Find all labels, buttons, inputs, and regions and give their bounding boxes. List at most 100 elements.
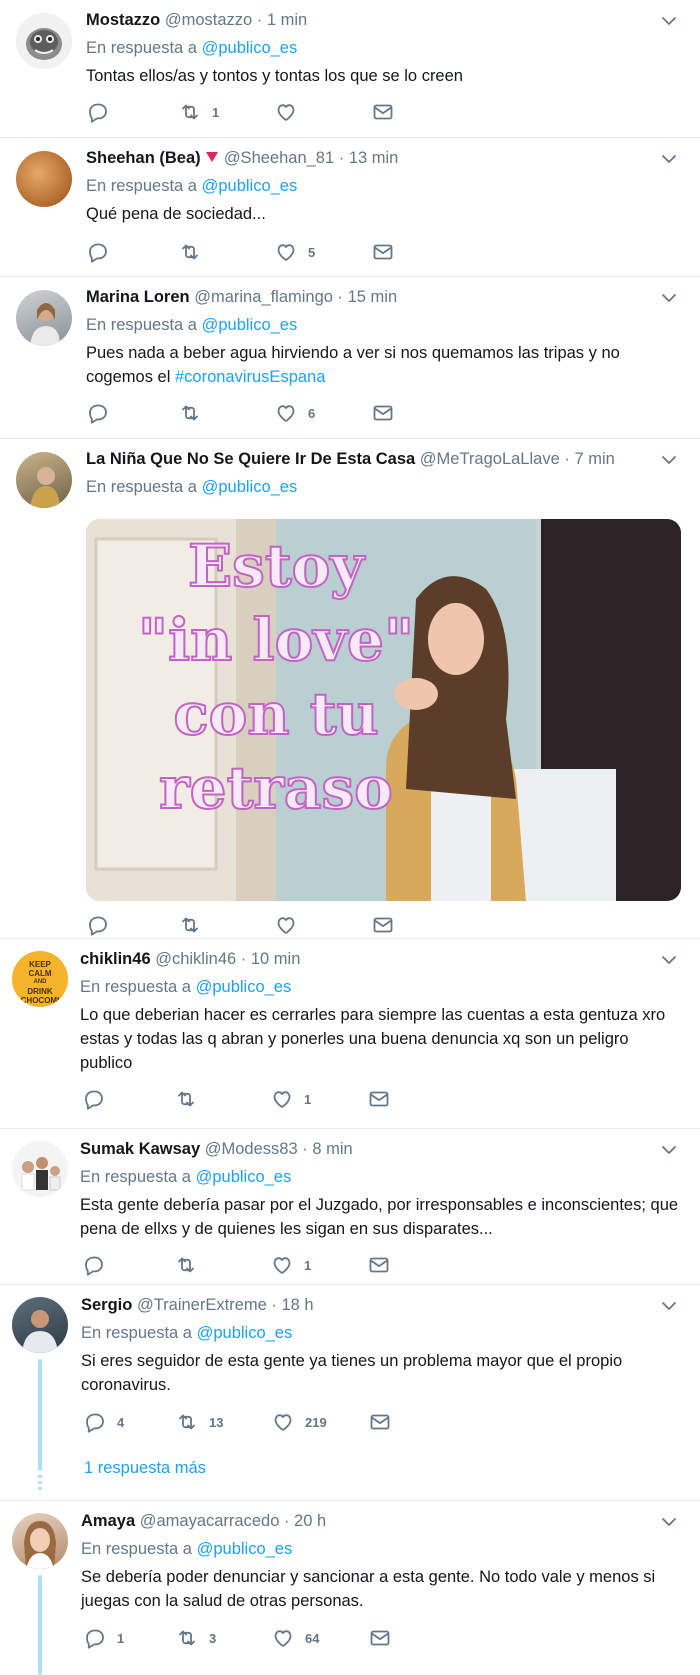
reply-button[interactable]	[86, 100, 120, 124]
tweet-text: Qué pena de sociedad...	[86, 205, 266, 223]
timestamp[interactable]: 1 min	[267, 11, 307, 29]
tweet[interactable]: Sheehan (Bea) @Sheehan_81 · 13 min En re…	[0, 138, 700, 277]
author-handle[interactable]: @MeTragoLaLlave	[420, 450, 560, 468]
reply-button[interactable]	[86, 240, 120, 264]
like-count: 64	[305, 1630, 320, 1646]
like-button[interactable]: 1	[270, 1253, 311, 1277]
reply-to-link[interactable]: @publico_es	[202, 478, 298, 496]
avatar[interactable]	[12, 1513, 68, 1569]
reply-to-link[interactable]: @publico_es	[197, 1324, 293, 1342]
chevron-down-icon[interactable]	[660, 150, 678, 168]
author-name[interactable]: Sheehan (Bea)	[86, 149, 201, 167]
author-handle[interactable]: @TrainerExtreme	[137, 1296, 267, 1314]
retweet-button[interactable]	[178, 913, 202, 937]
avatar[interactable]	[16, 151, 72, 207]
retweet-button[interactable]	[178, 401, 212, 425]
author-name[interactable]: chiklin46	[80, 950, 151, 968]
timestamp[interactable]: 8 min	[312, 1140, 352, 1158]
retweet-icon	[182, 244, 198, 260]
chevron-down-icon[interactable]	[660, 1513, 678, 1531]
tweet[interactable]: Mostazzo @mostazzo · 1 min En respuesta …	[0, 0, 700, 138]
reply-icon	[86, 1413, 104, 1433]
reply-to-link[interactable]: @publico_es	[202, 316, 298, 334]
timestamp[interactable]: 15 min	[348, 288, 398, 306]
timestamp[interactable]: 7 min	[574, 450, 614, 468]
author-name[interactable]: Sumak Kawsay	[80, 1140, 200, 1158]
reply-to-link[interactable]: @publico_es	[196, 978, 292, 996]
chevron-down-icon[interactable]	[660, 289, 678, 307]
replying-to-label: En respuesta a	[81, 1540, 192, 1558]
dm-button[interactable]	[368, 1626, 392, 1650]
like-button[interactable]	[274, 913, 298, 937]
tweet[interactable]: Marina Loren @marina_flamingo · 15 min E…	[0, 277, 700, 439]
retweet-button[interactable]: 13	[175, 1410, 223, 1434]
dm-button[interactable]	[371, 913, 395, 937]
avatar[interactable]	[12, 1141, 68, 1197]
reply-button[interactable]	[86, 401, 120, 425]
dm-button[interactable]	[371, 100, 395, 124]
reply-button[interactable]: 4	[83, 1410, 124, 1434]
avatar[interactable]	[16, 452, 72, 508]
like-button[interactable]: 5	[274, 240, 315, 264]
author-handle[interactable]: @Modess83	[205, 1140, 298, 1158]
author-handle[interactable]: @marina_flamingo	[194, 288, 333, 306]
like-button[interactable]: 64	[271, 1626, 319, 1650]
timestamp[interactable]: 10 min	[251, 950, 301, 968]
author-name[interactable]: Mostazzo	[86, 11, 160, 29]
reply-to-link[interactable]: @publico_es	[202, 39, 298, 57]
reply-to-link[interactable]: @publico_es	[202, 177, 298, 195]
chevron-down-icon[interactable]	[660, 12, 678, 30]
avatar[interactable]: KEEP CALM AND DRINK CHOCOMI	[12, 951, 68, 1007]
retweet-count: 13	[209, 1414, 224, 1430]
hashtag-link[interactable]: #coronavirusEspana	[175, 368, 325, 386]
reply-button[interactable]	[82, 1253, 116, 1277]
tweet-media-image[interactable]: Estoy "in love" con tu retraso	[86, 519, 681, 901]
dm-button[interactable]	[371, 240, 395, 264]
tweet-text-body: Pues nada a beber agua hirviendo a ver s…	[86, 344, 620, 386]
chevron-down-icon[interactable]	[660, 951, 678, 969]
author-handle[interactable]: @Sheehan_81	[224, 149, 334, 167]
chevron-down-icon[interactable]	[660, 1297, 678, 1315]
timestamp[interactable]: 13 min	[349, 149, 399, 167]
tweet[interactable]: KEEP CALM AND DRINK CHOCOMI chiklin46 @c…	[0, 939, 700, 1129]
like-button[interactable]: 1	[270, 1087, 311, 1111]
chevron-down-icon[interactable]	[660, 451, 678, 469]
author-handle[interactable]: @chiklin46	[155, 950, 236, 968]
retweet-button[interactable]	[178, 240, 212, 264]
author-handle[interactable]: @mostazzo	[165, 11, 252, 29]
retweet-button[interactable]	[174, 1253, 208, 1277]
reply-button[interactable]: 1	[83, 1626, 124, 1650]
retweet-button[interactable]	[174, 1087, 208, 1111]
retweet-button[interactable]: 3	[175, 1626, 216, 1650]
like-button[interactable]	[274, 100, 308, 124]
avatar[interactable]	[12, 1297, 68, 1353]
reply-to-link[interactable]: @publico_es	[196, 1168, 292, 1186]
avatar[interactable]	[16, 13, 72, 69]
dm-button[interactable]	[371, 401, 395, 425]
reply-button[interactable]	[86, 913, 110, 937]
tweet[interactable]: Sergio @TrainerExtreme · 18 h En respues…	[0, 1285, 700, 1501]
replying-to-label: En respuesta a	[86, 478, 197, 496]
timestamp[interactable]: 20 h	[294, 1512, 326, 1530]
tweet[interactable]: Sumak Kawsay @Modess83 · 8 min En respue…	[0, 1129, 700, 1285]
retweet-button[interactable]: 1	[178, 100, 219, 124]
tweet[interactable]: La Niña Que No Se Quiere Ir De Esta Casa…	[0, 439, 700, 939]
reply-button[interactable]	[82, 1087, 116, 1111]
author-handle[interactable]: @amayacarracedo	[140, 1512, 280, 1530]
author-name[interactable]: Marina Loren	[86, 288, 190, 306]
chevron-down-icon[interactable]	[660, 1141, 678, 1159]
author-name[interactable]: La Niña Que No Se Quiere Ir De Esta Casa	[86, 450, 415, 468]
show-more-replies-link[interactable]: 1 respuesta más	[84, 1459, 206, 1478]
tweet-text: Lo que deberian hacer es cerrarles para …	[80, 1006, 666, 1072]
dm-button[interactable]	[367, 1253, 391, 1277]
author-name[interactable]: Sergio	[81, 1296, 132, 1314]
tweet[interactable]: Amaya @amayacarracedo · 20 h En respuest…	[0, 1501, 700, 1675]
like-button[interactable]: 219	[271, 1410, 327, 1434]
like-button[interactable]: 6	[274, 401, 315, 425]
dm-button[interactable]	[368, 1410, 392, 1434]
dm-button[interactable]	[367, 1087, 391, 1111]
author-name[interactable]: Amaya	[81, 1512, 135, 1530]
timestamp[interactable]: 18 h	[281, 1296, 313, 1314]
reply-to-link[interactable]: @publico_es	[197, 1540, 293, 1558]
avatar[interactable]	[16, 290, 72, 346]
